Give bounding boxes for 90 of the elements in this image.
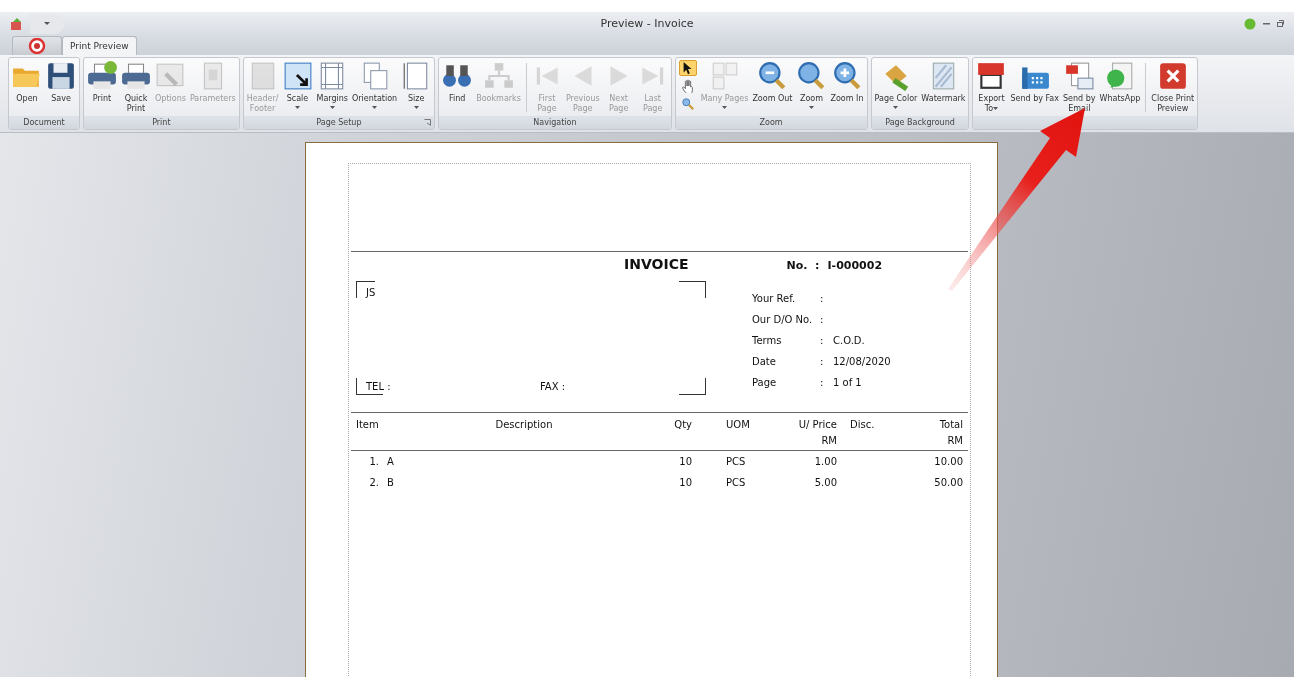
table-cell-text: 1. xyxy=(368,456,380,467)
table-cell-text: B xyxy=(387,477,395,488)
column-header: Total xyxy=(938,418,964,430)
ribbon-button[interactable]: Scale xyxy=(280,59,315,109)
column-unit: RM xyxy=(946,434,964,446)
invoice-title: INVOICE xyxy=(624,256,689,272)
table-cell-text: 1.00 xyxy=(813,456,838,467)
ribbon-button[interactable]: Watermark xyxy=(919,59,968,104)
ribbon-button[interactable]: Zoom In xyxy=(828,59,866,104)
ribbon-button[interactable]: Close Print Preview xyxy=(1149,59,1197,114)
close-icon xyxy=(1157,61,1188,91)
ribbon-button[interactable]: Open xyxy=(10,59,44,104)
info-value: 1 of 1 xyxy=(833,377,862,388)
info-value: 12/08/2020 xyxy=(833,356,891,367)
tel-label: TEL : xyxy=(366,381,392,392)
ribbon-button[interactable]: Export To xyxy=(974,59,1009,114)
group-label: Page Background xyxy=(885,118,955,127)
group-label: Navigation xyxy=(533,118,577,127)
app-logo-icon xyxy=(28,38,46,54)
table-cell-text: PCS xyxy=(725,456,747,467)
app-icon[interactable] xyxy=(10,16,24,31)
column-header: Description xyxy=(494,418,554,430)
info-colon: : xyxy=(820,356,825,367)
invoice-number: I-000002 xyxy=(827,259,883,272)
dialog-launcher-icon[interactable] xyxy=(424,119,432,126)
sitemap-icon xyxy=(483,61,514,91)
ribbon-button[interactable]: Print xyxy=(85,59,119,104)
info-label: Page xyxy=(752,377,778,388)
ribbon-button[interactable]: Margins xyxy=(314,59,350,109)
window-title: Preview - Invoice xyxy=(600,17,694,30)
zoom-in-icon xyxy=(832,61,862,91)
column-header: Qty xyxy=(673,418,693,430)
invoice-number-label: No. : xyxy=(786,259,820,272)
table-cell-text: 5.00 xyxy=(813,477,838,488)
fax-label: FAX : xyxy=(540,381,566,392)
zoom-icon xyxy=(796,61,827,91)
chat-bubble-icon xyxy=(1104,61,1135,91)
info-colon: : xyxy=(820,293,825,304)
ribbon-button[interactable]: Save xyxy=(44,59,78,104)
scale-icon xyxy=(282,61,313,91)
ribbon-tab[interactable]: Print Preview xyxy=(62,36,137,55)
column-header: Item xyxy=(355,418,380,430)
minimize-icon[interactable] xyxy=(1263,22,1270,25)
info-label: Terms xyxy=(752,335,783,346)
corner-bracket xyxy=(679,378,706,395)
ribbon-button[interactable]: Size xyxy=(399,59,434,109)
restore-icon[interactable] xyxy=(1277,20,1284,27)
magnifier-icon xyxy=(680,97,695,111)
hand-icon xyxy=(680,79,695,93)
table-cell-text: 10.00 xyxy=(933,456,964,467)
caret-icon[interactable] xyxy=(44,21,50,26)
info-colon: : xyxy=(820,335,825,346)
ribbon-button[interactable]: Page Color xyxy=(872,59,920,109)
column-unit: RM xyxy=(820,434,838,446)
table-cell-text: PCS xyxy=(725,477,747,488)
table-cell-text: 10 xyxy=(678,456,693,467)
ribbon-button[interactable]: Send by Fax xyxy=(1008,59,1061,104)
ribbon-button[interactable]: WhatsApp xyxy=(1097,59,1143,104)
application-menu-button[interactable] xyxy=(12,36,62,55)
table-cell-text: A xyxy=(387,456,395,467)
column-header: UOM xyxy=(725,418,751,430)
ribbon-button[interactable]: Zoom xyxy=(794,59,829,109)
info-value: C.O.D. xyxy=(833,335,865,346)
corner-bracket xyxy=(356,378,383,395)
group-label: Document xyxy=(23,118,65,127)
info-label: Our D/O No. xyxy=(752,314,814,325)
info-colon: : xyxy=(820,377,825,388)
info-label: Your Ref. xyxy=(752,293,797,304)
ribbon-button[interactable]: Orientation xyxy=(350,59,400,109)
table-cell-text: 2. xyxy=(368,477,380,488)
printer-icon xyxy=(87,61,117,91)
zoom-out-icon xyxy=(757,61,788,91)
column-header: U/ Price xyxy=(797,418,838,430)
group-label: Page Setup xyxy=(316,118,362,127)
table-cell-text: 50.00 xyxy=(933,477,964,488)
corner-bracket xyxy=(679,281,706,298)
group-label: Zoom xyxy=(759,118,783,127)
corner-bracket xyxy=(356,281,375,298)
tool-button[interactable] xyxy=(678,60,697,76)
ribbon-button[interactable]: Find xyxy=(440,59,475,104)
info-colon: : xyxy=(820,314,825,325)
printer-icon xyxy=(121,61,151,91)
customer-name: JS xyxy=(366,287,376,298)
table-cell-text: 10 xyxy=(678,477,693,488)
ribbon-button[interactable]: Send by Email xyxy=(1061,59,1098,114)
info-label: Date xyxy=(752,356,777,367)
column-header: Disc. xyxy=(849,418,876,430)
ribbon-button[interactable]: Quick Print xyxy=(119,59,153,114)
ribbon-button[interactable]: Zoom Out xyxy=(750,59,795,104)
group-label: Print xyxy=(152,118,171,127)
